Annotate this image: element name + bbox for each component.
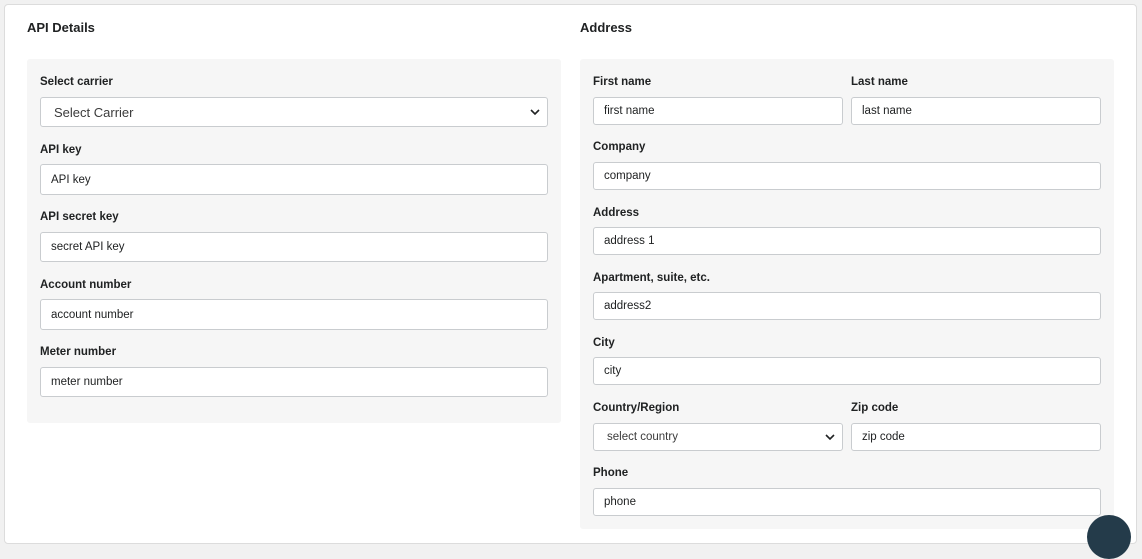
api-secret-label: API secret key — [40, 211, 119, 223]
phone-label: Phone — [593, 467, 629, 479]
city-label: City — [593, 337, 615, 349]
apartment-input[interactable] — [593, 292, 1101, 320]
zip-code-label: Zip code — [851, 402, 899, 414]
last-name-input[interactable] — [851, 97, 1101, 125]
country-label: Country/Region — [593, 402, 680, 414]
account-number-label: Account number — [40, 279, 132, 291]
account-number-input[interactable] — [40, 299, 548, 330]
address-title: Address — [580, 20, 633, 35]
first-name-label: First name — [593, 76, 652, 88]
address-input[interactable] — [593, 227, 1101, 255]
first-name-input[interactable] — [593, 97, 843, 125]
carrier-select-value: Select Carrier — [54, 104, 134, 120]
chevron-down-icon — [825, 434, 835, 441]
phone-input[interactable] — [593, 488, 1101, 516]
meter-number-input[interactable] — [40, 367, 548, 397]
country-select[interactable]: select country — [593, 423, 843, 451]
address-label: Address — [593, 207, 640, 219]
apartment-label: Apartment, suite, etc. — [593, 272, 710, 284]
meter-number-label: Meter number — [40, 346, 117, 358]
city-input[interactable] — [593, 357, 1101, 385]
carrier-select[interactable]: Select Carrier — [40, 97, 548, 127]
company-label: Company — [593, 141, 646, 153]
api-key-input[interactable] — [40, 164, 548, 195]
chat-bubble-icon[interactable] — [1087, 515, 1131, 559]
carrier-label: Select carrier — [40, 76, 113, 88]
last-name-label: Last name — [851, 76, 908, 88]
chevron-down-icon — [530, 109, 540, 116]
country-select-value: select country — [607, 431, 678, 443]
company-input[interactable] — [593, 162, 1101, 190]
zip-code-input[interactable] — [851, 423, 1101, 451]
api-secret-input[interactable] — [40, 232, 548, 262]
api-details-title: API Details — [27, 20, 95, 35]
api-key-label: API key — [40, 144, 82, 156]
